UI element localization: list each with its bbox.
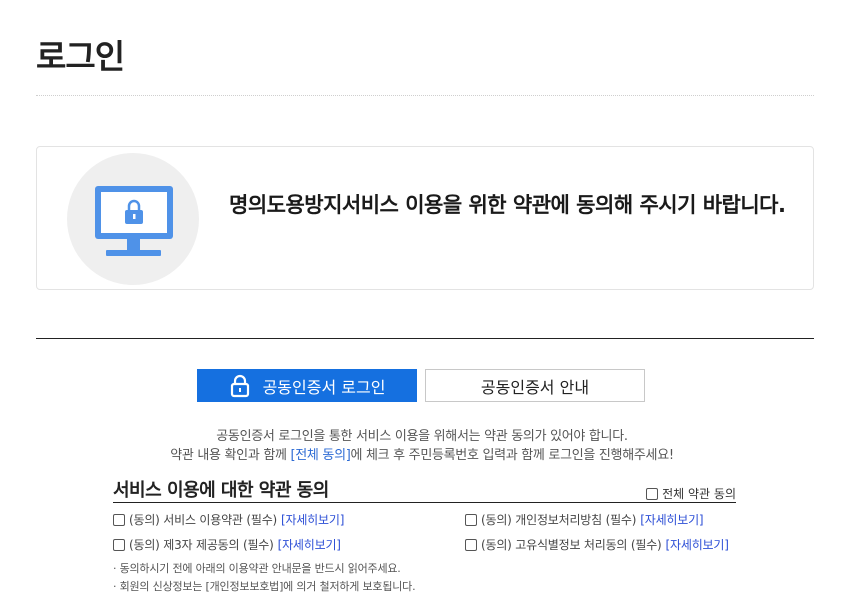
detail-link[interactable]: [자세히보기] bbox=[640, 511, 703, 528]
checkbox[interactable] bbox=[465, 513, 477, 526]
tab-certificate-guide-label: 공동인증서 안내 bbox=[480, 377, 590, 397]
monitor-lock-icon bbox=[67, 153, 199, 285]
all-agree-checkbox[interactable]: 전체 약관 동의 bbox=[646, 485, 736, 502]
term-label: (동의) 제3자 제공동의 (필수) bbox=[129, 538, 274, 552]
term-third-party[interactable]: (동의) 제3자 제공동의 (필수) [자세히보기] bbox=[113, 536, 341, 553]
terms-title: 서비스 이용에 대한 약관 동의 bbox=[113, 480, 329, 501]
term-label: (동의) 서비스 이용약관 (필수) bbox=[129, 513, 278, 527]
term-unique-id[interactable]: (동의) 고유식별정보 처리동의 (필수) [자세히보기] bbox=[465, 536, 729, 553]
term-label: (동의) 고유식별정보 처리동의 (필수) bbox=[481, 538, 662, 552]
terms-header: 서비스 이용에 대한 약관 동의 전체 약관 동의 bbox=[113, 480, 736, 503]
description-text: 에 체크 후 주민등록번호 입력과 함께 로그인을 진행해주세요! bbox=[350, 448, 675, 463]
checkbox[interactable] bbox=[113, 538, 125, 551]
detail-link[interactable]: [자세히보기] bbox=[666, 536, 729, 553]
notice-note: · 회원의 신상정보는 [개인정보보호법]에 의거 철저하게 보호됩니다. bbox=[113, 580, 416, 593]
term-privacy-policy[interactable]: (동의) 개인정보처리방침 (필수) [자세히보기] bbox=[465, 511, 704, 528]
description-line-1: 공동인증서 로그인을 통한 서비스 이용을 위해서는 약관 동의가 있어야 합니… bbox=[216, 429, 628, 444]
checkbox[interactable] bbox=[465, 538, 477, 551]
tab-certificate-login[interactable]: 공동인증서 로그인 bbox=[197, 369, 417, 402]
detail-link[interactable]: [자세히보기] bbox=[281, 511, 344, 528]
detail-link[interactable]: [자세히보기] bbox=[278, 536, 341, 553]
checkbox[interactable] bbox=[646, 487, 659, 500]
tab-certificate-login-label: 공동인증서 로그인 bbox=[262, 377, 386, 397]
notice-message: 명의도용방지서비스 이용을 위한 약관에 동의해 주시기 바랍니다. bbox=[229, 193, 786, 217]
term-service-agreement[interactable]: (동의) 서비스 이용약관 (필수) [자세히보기] bbox=[113, 511, 344, 528]
description-line-2: 약관 내용 확인과 함께 [전체 동의]에 체크 후 주민등록번호 입력과 함께… bbox=[0, 446, 844, 466]
description-text: 약관 내용 확인과 함께 bbox=[170, 448, 291, 463]
all-agree-label: 전체 약관 동의 bbox=[662, 487, 736, 501]
notice-note: · 동의하시기 전에 아래의 이용약관 안내문을 반드시 읽어주세요. bbox=[113, 562, 401, 575]
title-divider bbox=[36, 95, 814, 96]
term-label: (동의) 개인정보처리방침 (필수) bbox=[481, 513, 637, 527]
checkbox[interactable] bbox=[113, 513, 125, 526]
tab-certificate-guide[interactable]: 공동인증서 안내 bbox=[425, 369, 645, 402]
all-agree-highlight: [전체 동의] bbox=[290, 448, 351, 463]
page-title: 로그인 bbox=[36, 37, 125, 76]
notice-box: 명의도용방지서비스 이용을 위한 약관에 동의해 주시기 바랍니다. bbox=[36, 146, 814, 290]
section-divider bbox=[36, 338, 814, 339]
lock-icon bbox=[229, 374, 251, 398]
